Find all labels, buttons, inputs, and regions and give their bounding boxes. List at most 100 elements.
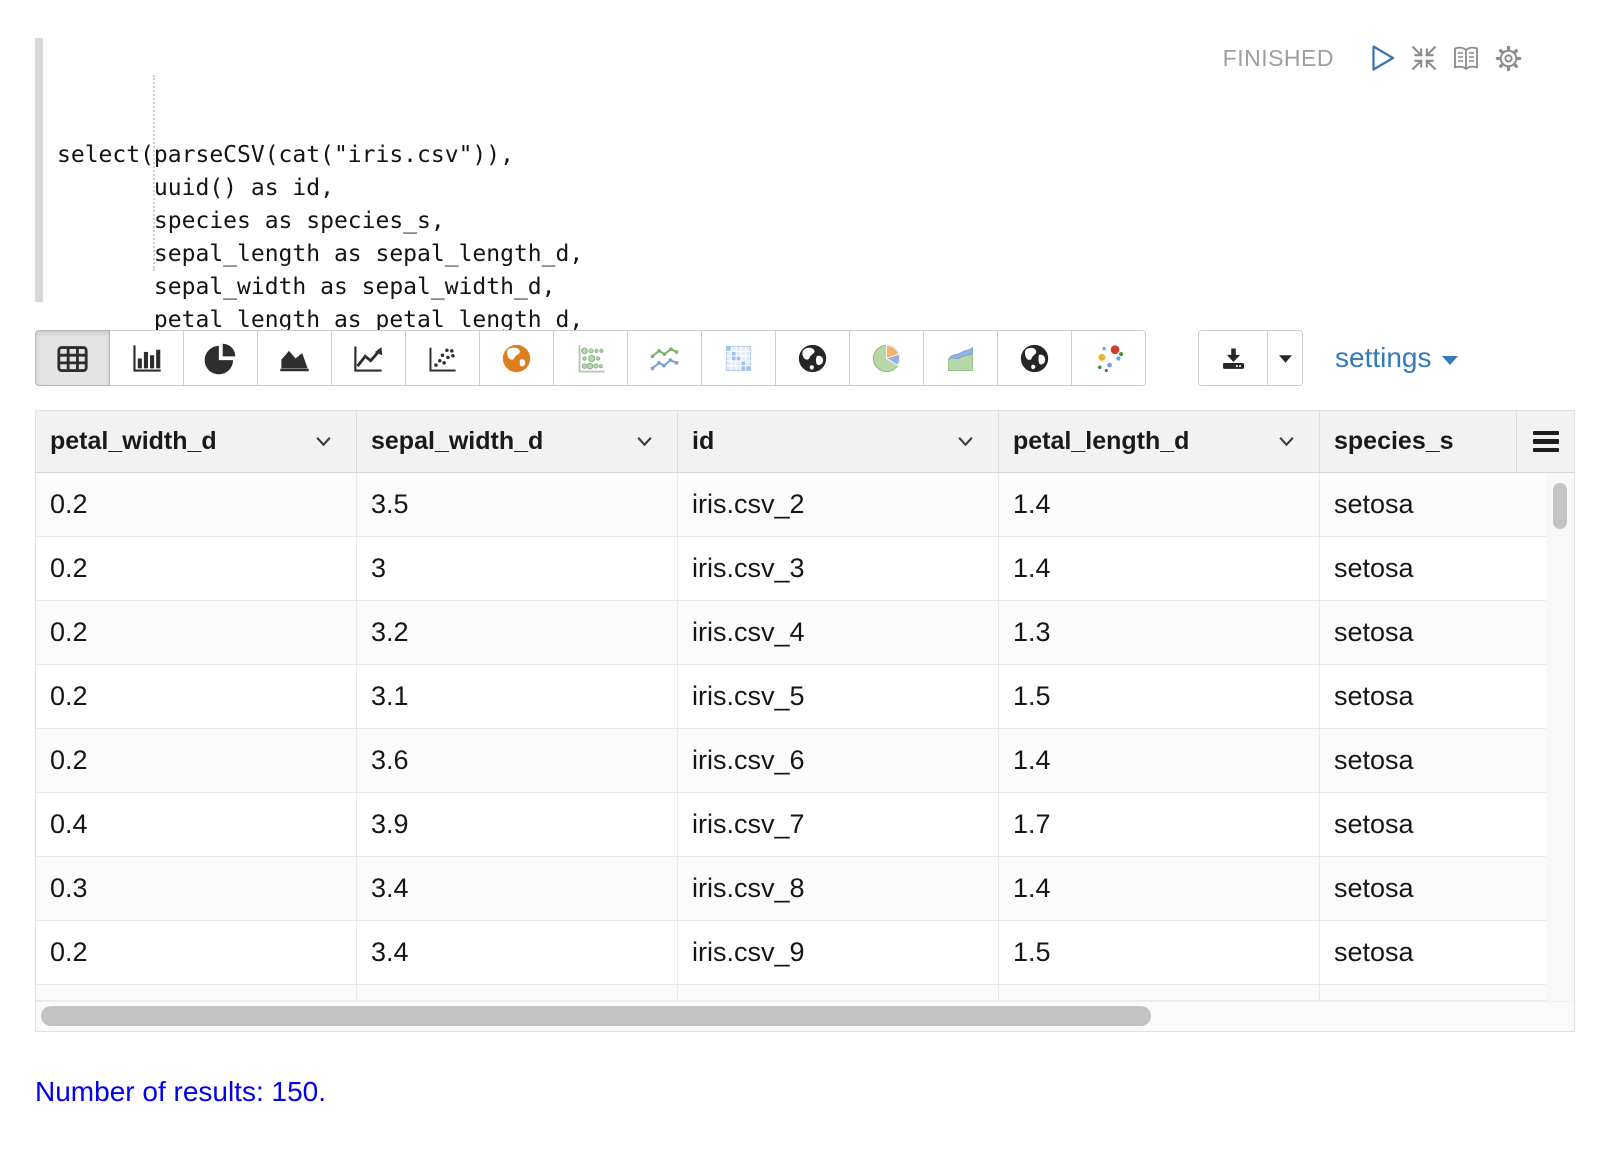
caret-down-icon — [1278, 353, 1293, 364]
table-cell: 1.4 — [999, 537, 1320, 601]
download-button[interactable] — [1198, 330, 1268, 386]
table-cell: 3.1 — [357, 665, 678, 729]
table-cell: 0.2 — [36, 473, 357, 537]
table-rows: 0.2 3.5 iris.csv_2 1.4 setosa 0.2 3 iris.csv_3 1… — [36, 473, 1574, 1001]
chevron-down-icon[interactable] — [315, 436, 332, 447]
column-header-label: petal_length_d — [1013, 427, 1190, 455]
vertical-scrollbar-thumb[interactable] — [1553, 483, 1567, 529]
table-cell: 3.6 — [357, 729, 678, 793]
area-color-icon — [943, 341, 978, 376]
toolbar-pie-chart-button[interactable] — [183, 330, 258, 386]
toolbar-bubble-matrix-button[interactable] — [553, 330, 628, 386]
chevron-down-icon[interactable] — [957, 436, 974, 447]
table-cell: iris.csv_8 — [678, 857, 999, 921]
table-row: 0.3 3.4 iris.csv_8 1.4 setosa — [36, 857, 1574, 921]
download-icon — [1219, 344, 1248, 373]
table-row-partial — [36, 985, 1574, 1001]
multi-line-chart-icon — [647, 341, 682, 376]
line-chart-icon — [351, 341, 386, 376]
code-line: sepal_length as sepal_length_d, — [57, 241, 584, 267]
table-cell: setosa — [1320, 537, 1548, 601]
toolbar-grid-matrix-button[interactable] — [701, 330, 776, 386]
globe-orange-icon — [499, 341, 534, 376]
table-cell — [357, 985, 678, 1001]
toolbar-scatter-chart-button[interactable] — [405, 330, 480, 386]
play-icon[interactable] — [1366, 42, 1398, 74]
result-table: petal_width_d sepal_width_d id petal_length… — [35, 410, 1575, 1032]
table-cell: 1.3 — [999, 601, 1320, 665]
editor-gutter-bar — [35, 38, 43, 302]
table-cell: 0.2 — [36, 601, 357, 665]
code-editor[interactable]: select(parseCSV(cat("iris.csv")), uuid()… — [35, 33, 1135, 370]
table-row: 0.2 3.5 iris.csv_2 1.4 setosa — [36, 473, 1574, 537]
column-menu-button[interactable] — [1517, 411, 1574, 473]
column-header-species_s[interactable]: species_s — [1320, 411, 1517, 473]
table-cell: setosa — [1320, 665, 1548, 729]
table-cell: iris.csv_9 — [678, 921, 999, 985]
chevron-down-icon[interactable] — [1278, 436, 1295, 447]
toolbar-scatter-color-button[interactable] — [1071, 330, 1146, 386]
globe-dark-icon — [795, 341, 830, 376]
table-cell: 0.2 — [36, 921, 357, 985]
table-cell: setosa — [1320, 729, 1548, 793]
chart-type-toolbar — [35, 330, 1146, 386]
table-cell: 1.4 — [999, 729, 1320, 793]
download-dropdown-button[interactable] — [1268, 330, 1303, 386]
settings-link[interactable]: settings — [1335, 330, 1458, 386]
vertical-scrollbar[interactable] — [1546, 473, 1574, 1001]
table-cell: 3.5 — [357, 473, 678, 537]
toolbar-area-color-button[interactable] — [923, 330, 998, 386]
code-line: species as species_s, — [57, 208, 445, 234]
table-cell — [678, 985, 999, 1001]
table-cell: iris.csv_5 — [678, 665, 999, 729]
table-cell: iris.csv_6 — [678, 729, 999, 793]
horizontal-scrollbar[interactable] — [36, 1001, 1574, 1031]
hamburger-icon — [1532, 430, 1559, 453]
horizontal-scrollbar-thumb[interactable] — [41, 1006, 1151, 1026]
table-cell: 1.5 — [999, 921, 1320, 985]
table-row: 0.2 3.1 iris.csv_5 1.5 setosa — [36, 665, 1574, 729]
column-header-petal_length_d[interactable]: petal_length_d — [999, 411, 1320, 473]
compress-icon[interactable] — [1408, 42, 1440, 74]
results-count-text: Number of results: 150. — [35, 1076, 327, 1107]
bar-chart-icon — [129, 341, 164, 376]
toolbar-globe-orange-button[interactable] — [479, 330, 554, 386]
chevron-down-icon[interactable] — [636, 436, 653, 447]
toolbar-multi-line-chart-button[interactable] — [627, 330, 702, 386]
column-header-label: petal_width_d — [50, 427, 217, 455]
gear-icon[interactable] — [1492, 42, 1524, 74]
toolbar-globe-dark-button[interactable] — [775, 330, 850, 386]
column-header-label: id — [692, 427, 715, 455]
column-header-label: sepal_width_d — [371, 427, 544, 455]
column-header-petal_width_d[interactable]: petal_width_d — [36, 411, 357, 473]
toolbar-bar-chart-button[interactable] — [109, 330, 184, 386]
code-lines[interactable]: select(parseCSV(cat("iris.csv")), uuid()… — [57, 33, 1135, 370]
table-cell: iris.csv_7 — [678, 793, 999, 857]
table-cell: 3 — [357, 537, 678, 601]
toolbar-pie-color-button[interactable] — [849, 330, 924, 386]
table-cell: setosa — [1320, 601, 1548, 665]
toolbar-globe-dark2-button[interactable] — [997, 330, 1072, 386]
table-cell: 1.4 — [999, 473, 1320, 537]
column-header-sepal_width_d[interactable]: sepal_width_d — [357, 411, 678, 473]
table-body: 0.2 3.5 iris.csv_2 1.4 setosa 0.2 3 iris.csv_3 1… — [36, 473, 1574, 1001]
table-cell: 3.4 — [357, 857, 678, 921]
download-split-button — [1198, 330, 1303, 386]
status-badge: FINISHED — [1222, 44, 1334, 71]
indent-guide — [153, 75, 155, 271]
book-icon[interactable] — [1450, 42, 1482, 74]
table-cell — [36, 985, 357, 1001]
toolbar-table-button[interactable] — [35, 330, 110, 386]
table-cell: 3.9 — [357, 793, 678, 857]
column-header-id[interactable]: id — [678, 411, 999, 473]
scatter-color-icon — [1091, 341, 1126, 376]
table-cell: 0.3 — [36, 857, 357, 921]
column-header-label: species_s — [1334, 427, 1454, 455]
table-cell: 1.5 — [999, 665, 1320, 729]
pie-color-icon — [869, 341, 904, 376]
table-cell: 1.4 — [999, 857, 1320, 921]
toolbar-line-chart-button[interactable] — [331, 330, 406, 386]
toolbar-area-chart-button[interactable] — [257, 330, 332, 386]
table-cell: 0.2 — [36, 665, 357, 729]
table-cell — [999, 985, 1320, 1001]
